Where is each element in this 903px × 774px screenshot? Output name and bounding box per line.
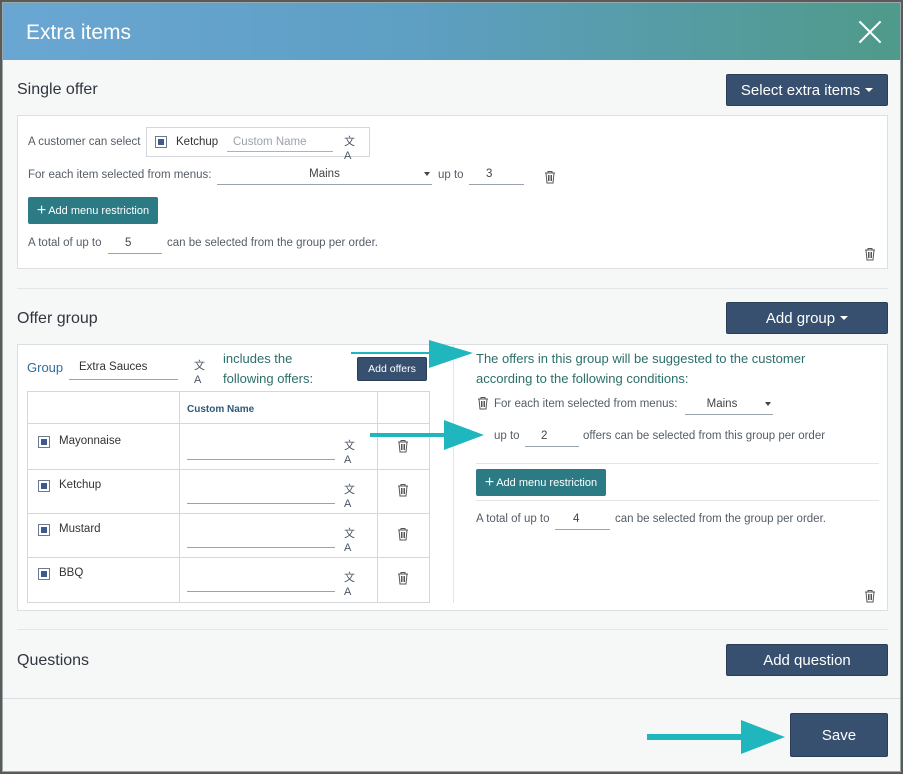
menu-select[interactable]: Mains — [217, 163, 432, 185]
group-up-to-label: up to — [494, 430, 520, 442]
conditions-text: The offers in this group will be suggest… — [476, 349, 805, 389]
custom-name-input[interactable] — [187, 528, 335, 548]
add-group-button[interactable]: Add group — [726, 302, 888, 334]
add-menu-restriction-label: Add menu restriction — [48, 204, 150, 217]
vertical-divider — [453, 345, 454, 603]
extra-items-modal: Extra items Single offer Select extra it… — [2, 2, 901, 772]
single-offer-card: A customer can select Ketchup Custom Nam… — [17, 115, 888, 269]
divider — [17, 288, 888, 289]
select-extra-items-label: Select extra items — [740, 81, 861, 99]
trash-icon[interactable] — [477, 396, 489, 410]
divider — [476, 463, 879, 464]
trash-icon[interactable] — [397, 483, 409, 497]
offer-group-card: Group Extra Sauces 文A includes the follo… — [17, 344, 888, 611]
item-name: Ketchup — [176, 136, 219, 148]
footer-divider — [3, 698, 900, 699]
item-checkbox[interactable] — [38, 436, 50, 448]
group-total-prefix: A total of up to — [476, 513, 550, 525]
plus-icon: + — [484, 473, 495, 491]
arrow-icon — [370, 420, 484, 450]
close-icon[interactable] — [858, 20, 882, 44]
plus-icon: + — [36, 201, 47, 219]
item-name: Ketchup — [59, 479, 102, 491]
menu-select-value: Mains — [309, 167, 340, 180]
group-label: Group — [27, 360, 64, 375]
table-row: Ketchup 文A — [28, 470, 429, 514]
add-menu-restriction-button[interactable]: + Add menu restriction — [28, 197, 158, 224]
includes-text: includes the following offers: — [223, 349, 313, 389]
trash-icon[interactable] — [544, 170, 556, 184]
arrow-icon — [647, 720, 785, 754]
translate-icon[interactable]: 文A — [344, 571, 358, 598]
trash-icon[interactable] — [397, 571, 409, 585]
offers-suffix: offers can be selected from this group p… — [583, 430, 826, 442]
group-total-input[interactable]: 4 — [555, 508, 610, 530]
modal-header: Extra items — [3, 3, 900, 60]
menus-label: For each item selected from menus: — [28, 169, 212, 181]
up-to-label: up to — [438, 169, 464, 181]
divider — [476, 500, 879, 501]
item-checkbox[interactable] — [155, 136, 167, 148]
save-button[interactable]: Save — [790, 713, 888, 757]
custom-name-input[interactable]: Custom Name — [227, 132, 333, 152]
caret-down-icon — [865, 88, 874, 92]
group-add-menu-restriction-label: Add menu restriction — [496, 476, 598, 489]
group-menus-label: For each item selected from menus: — [494, 398, 678, 410]
modal-title: Extra items — [26, 21, 132, 44]
item-name: Mustard — [59, 523, 101, 535]
item-checkbox[interactable] — [38, 480, 50, 492]
questions-title: Questions — [17, 652, 90, 669]
item-checkbox[interactable] — [38, 524, 50, 536]
trash-icon[interactable] — [397, 527, 409, 541]
caret-down-icon — [840, 316, 849, 320]
offer-group-title: Offer group — [17, 310, 98, 327]
trash-icon[interactable] — [864, 247, 876, 261]
chevron-down-icon — [424, 172, 430, 176]
group-name-input[interactable]: Extra Sauces — [69, 354, 178, 380]
up-to-input[interactable]: 3 — [469, 163, 524, 185]
group-up-to-input[interactable]: 2 — [525, 425, 579, 447]
custom-name-input[interactable] — [187, 484, 335, 504]
trash-icon[interactable] — [864, 589, 876, 603]
includes-text-line2: following offers: — [223, 371, 314, 386]
total-input[interactable]: 5 — [108, 232, 162, 254]
item-name: BBQ — [59, 567, 84, 579]
divider — [17, 629, 888, 630]
translate-icon[interactable]: 文A — [344, 439, 358, 466]
translate-icon[interactable]: 文A — [194, 359, 208, 386]
add-question-button[interactable]: Add question — [726, 644, 888, 676]
chevron-down-icon — [765, 402, 771, 406]
group-add-menu-restriction-button[interactable]: + Add menu restriction — [476, 469, 606, 496]
custom-name-header: Custom Name — [187, 404, 255, 415]
group-total-suffix: can be selected from the group per order… — [615, 513, 826, 525]
select-extra-items-button[interactable]: Select extra items — [726, 74, 888, 106]
customer-select-label: A customer can select — [28, 136, 141, 148]
custom-name-input[interactable] — [187, 440, 335, 460]
conditions-line1: The offers in this group will be suggest… — [476, 351, 806, 366]
custom-name-input[interactable] — [187, 572, 335, 592]
add-group-label: Add group — [765, 309, 836, 327]
item-name: Mayonnaise — [59, 435, 122, 447]
group-menu-select[interactable]: Mains — [685, 393, 773, 415]
single-offer-title: Single offer — [17, 81, 98, 98]
group-menu-select-value: Mains — [706, 397, 738, 410]
total-prefix: A total of up to — [28, 237, 102, 249]
includes-text-line1: includes the — [223, 351, 293, 366]
item-checkbox[interactable] — [38, 568, 50, 580]
table-row: BBQ 文A — [28, 558, 429, 602]
translate-icon[interactable]: 文A — [344, 135, 358, 162]
table-row: Mustard 文A — [28, 514, 429, 558]
translate-icon[interactable]: 文A — [344, 483, 358, 510]
conditions-line2: according to the following conditions: — [476, 371, 689, 386]
single-item-box: Ketchup Custom Name 文A — [146, 127, 370, 162]
total-suffix: can be selected from the group per order… — [167, 237, 378, 249]
arrow-icon — [351, 340, 473, 368]
translate-icon[interactable]: 文A — [344, 527, 358, 554]
